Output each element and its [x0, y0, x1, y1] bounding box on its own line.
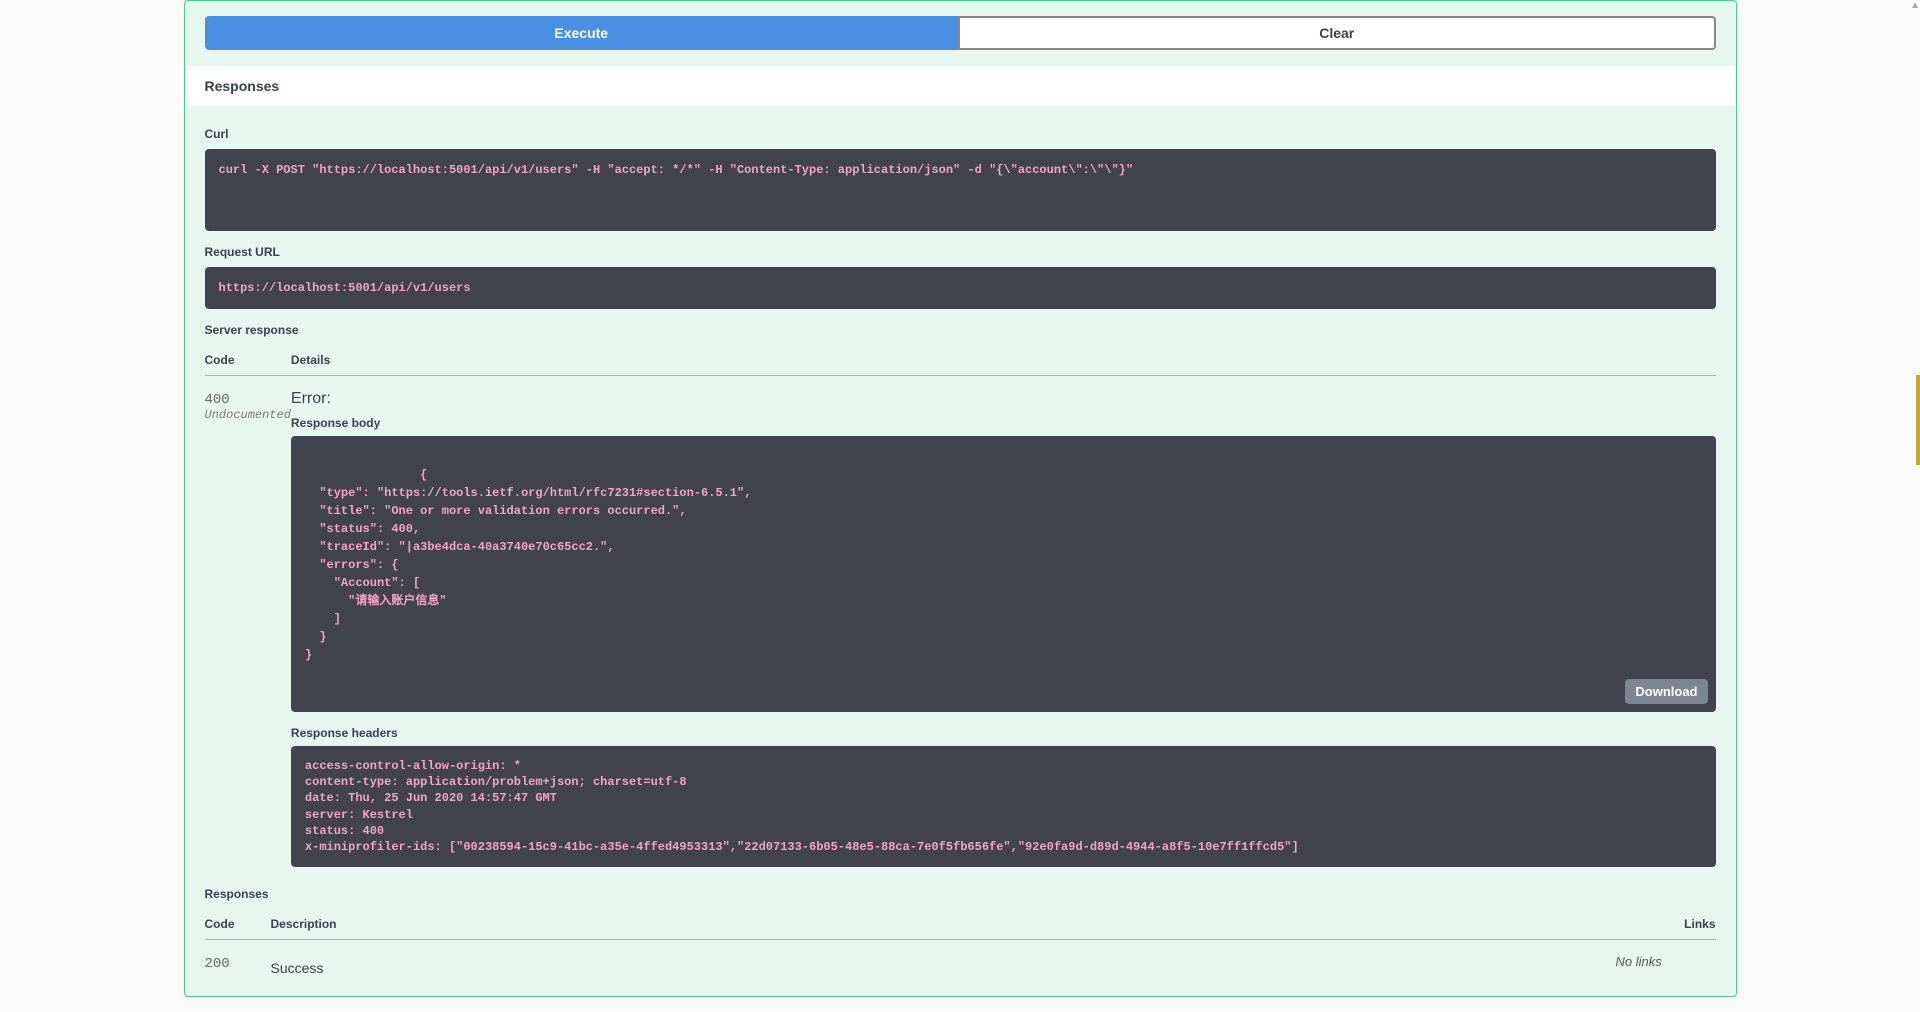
download-button[interactable]: Download: [1625, 679, 1707, 704]
status-code-200: 200: [205, 956, 230, 972]
server-response-table: Code Details 400 Undocumented Error: Res…: [205, 345, 1716, 867]
responses-subheading: Responses: [205, 887, 1716, 901]
responses-section: Responses Code Description Links 200: [205, 887, 1716, 976]
response-body-label: Response body: [291, 416, 1716, 430]
scroll-up-indicator: ▲: [1910, 0, 1920, 11]
clear-button[interactable]: Clear: [958, 16, 1716, 50]
request-url-value[interactable]: https://localhost:5001/api/v1/users: [205, 267, 1716, 309]
responses-table: Code Description Links 200 Success: [205, 909, 1716, 976]
header-code: Code: [205, 909, 271, 940]
header-links: Links: [1616, 909, 1716, 940]
server-response-label: Server response: [205, 323, 1716, 337]
responses-body: Curl curl -X POST "https://localhost:500…: [185, 107, 1736, 996]
response-headers[interactable]: access-control-allow-origin: * content-t…: [291, 746, 1716, 867]
header-description: Description: [271, 909, 1616, 940]
status-code-400: 400: [205, 392, 230, 408]
header-details: Details: [291, 345, 1716, 376]
curl-section: Curl curl -X POST "https://localhost:500…: [205, 127, 1716, 231]
header-code: Code: [205, 345, 291, 376]
table-row: 200 Success No links: [205, 940, 1716, 977]
side-indicator: [1916, 375, 1920, 465]
opblock: Execute Clear Responses Curl curl -X POS…: [184, 0, 1737, 997]
response-body[interactable]: { "type": "https://tools.ietf.org/html/r…: [291, 436, 1716, 712]
response-headers-label: Response headers: [291, 726, 1716, 740]
responses-header: Responses: [185, 65, 1736, 107]
status-note-undocumented: Undocumented: [205, 408, 291, 422]
responses-heading: Responses: [205, 78, 1716, 94]
error-label: Error:: [291, 390, 1716, 408]
request-url-section: Request URL https://localhost:5001/api/v…: [205, 245, 1716, 309]
curl-command[interactable]: curl -X POST "https://localhost:5001/api…: [205, 149, 1716, 231]
execute-button-row: Execute Clear: [185, 1, 1736, 65]
request-url-label: Request URL: [205, 245, 1716, 259]
description-200: Success: [271, 954, 1616, 976]
curl-label: Curl: [205, 127, 1716, 141]
table-row: 400 Undocumented Error: Response body { …: [205, 376, 1716, 868]
execute-button[interactable]: Execute: [205, 16, 959, 50]
links-200: No links: [1616, 940, 1716, 977]
